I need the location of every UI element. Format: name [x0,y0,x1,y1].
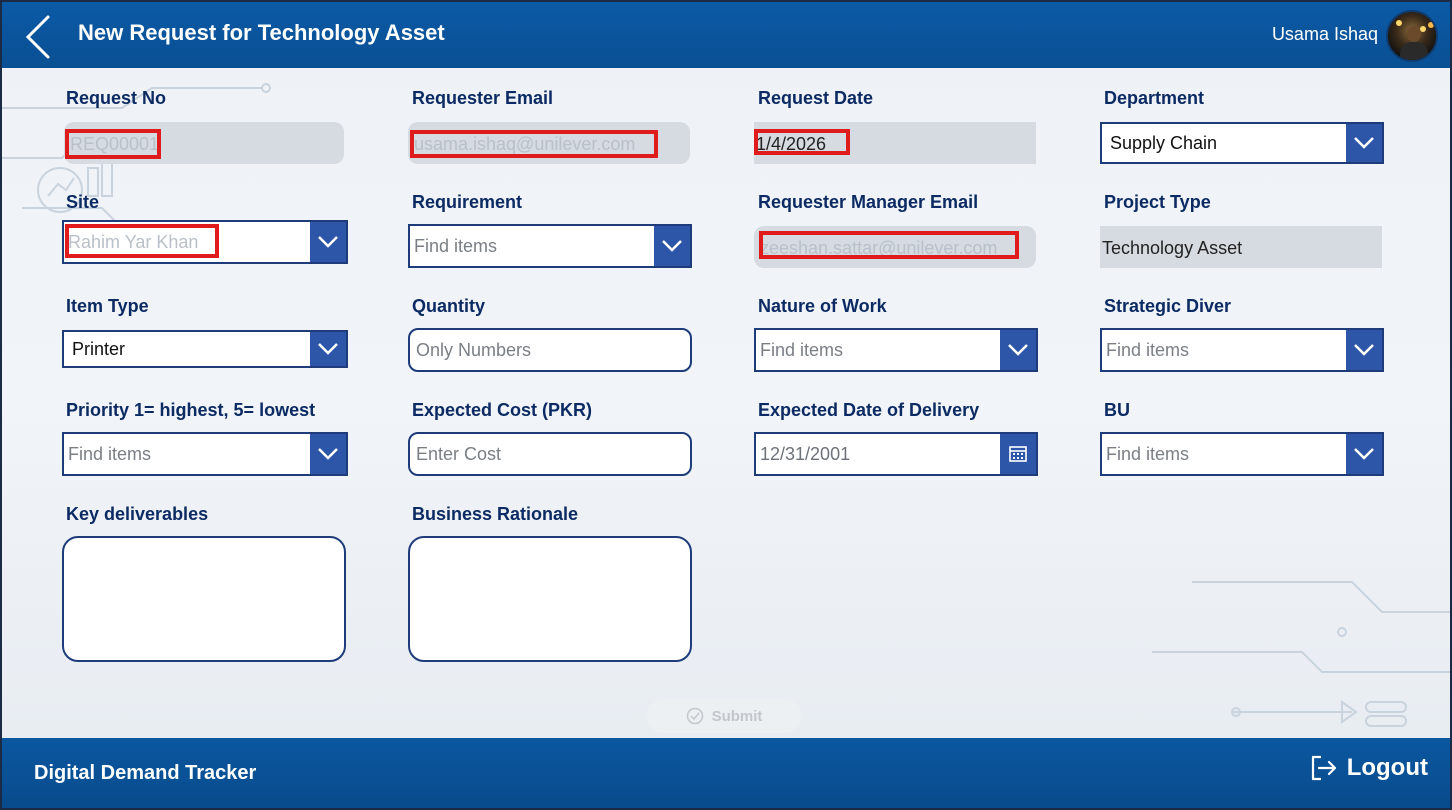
circuit-decoration-right [1152,581,1450,727]
key-deliverables-label: Key deliverables [66,504,209,524]
bu-dropdown[interactable]: Find items [1100,432,1384,476]
logout-button[interactable]: Logout [1309,754,1428,782]
chevron-down-icon[interactable] [1000,330,1036,370]
bu-label: BU [1104,400,1130,420]
app-window: New Request for Technology Asset Usama I… [0,0,1452,810]
app-title: Digital Demand Tracker [34,762,257,784]
business-rationale-textarea[interactable] [408,536,692,662]
back-button[interactable] [20,14,60,60]
chevron-down-icon[interactable] [310,434,346,474]
request-date-field: 1/4/2026 [754,122,1036,164]
requester-manager-email-label: Requester Manager Email [758,192,979,212]
page-title: New Request for Technology Asset [78,20,445,45]
department-dropdown[interactable]: Supply Chain [1100,122,1384,164]
nature-of-work-dropdown[interactable]: Find items [754,328,1038,372]
chevron-down-icon[interactable] [310,332,346,366]
priority-dropdown[interactable]: Find items [62,432,348,476]
user-name: Usama Ishaq [1271,24,1378,44]
logout-icon [1311,755,1336,781]
site-label: Site [66,192,100,212]
request-no-field: REQ00001 [64,122,344,164]
expected-delivery-datepicker[interactable]: 12/31/2001 [754,432,1038,476]
nature-of-work-label: Nature of Work [758,296,887,316]
submit-button[interactable]: Submit [646,699,802,733]
item-type-dropdown[interactable]: Printer [62,330,348,368]
request-no-label: Request No [66,88,167,108]
business-rationale-label: Business Rationale [412,504,579,524]
project-type-label: Project Type [1104,192,1211,212]
logout-label: Logout [1346,754,1428,781]
item-type-label: Item Type [66,296,149,316]
requirement-label: Requirement [412,192,523,212]
quantity-label: Quantity [412,296,486,316]
site-dropdown[interactable]: Rahim Yar Khan [62,220,348,264]
department-label: Department [1104,88,1205,108]
nature-of-work-placeholder: Find items [760,339,844,360]
expected-delivery-label: Expected Date of Delivery [758,400,980,420]
requester-manager-email-field: zeeshan.sattar@unilever.com [754,226,1036,268]
expected-cost-label: Expected Cost (PKR) [412,400,593,420]
requester-email-field: usama.ishaq@unilever.com [408,122,690,164]
item-type-value: Printer [72,338,126,359]
strategic-diver-placeholder: Find items [1106,339,1190,360]
chevron-down-icon[interactable] [654,226,690,266]
requirement-placeholder: Find items [414,235,498,256]
department-value: Supply Chain [1110,132,1218,153]
requirement-dropdown[interactable]: Find items [408,224,692,268]
calendar-icon[interactable] [1000,434,1036,474]
request-date-label: Request Date [758,88,874,108]
expected-cost-input[interactable]: Enter Cost [408,432,692,476]
strategic-diver-label: Strategic Diver [1104,296,1232,316]
strategic-diver-dropdown[interactable]: Find items [1100,328,1384,372]
chevron-down-icon[interactable] [1346,124,1382,162]
priority-placeholder: Find items [68,443,152,464]
quantity-input[interactable]: Only Numbers [408,328,692,372]
chevron-down-icon[interactable] [310,222,346,262]
project-type-field: Technology Asset [1100,226,1382,268]
submit-label: Submit [711,707,763,725]
site-value: Rahim Yar Khan [68,231,199,252]
bu-placeholder: Find items [1106,443,1190,464]
chevron-down-icon[interactable] [1346,330,1382,370]
requester-email-label: Requester Email [412,88,554,108]
header-bar: New Request for Technology Asset Usama I… [2,2,1450,68]
footer-bar: Digital Demand Tracker Logout [2,738,1450,808]
expected-delivery-value: 12/31/2001 [760,443,851,464]
avatar[interactable] [1386,10,1438,62]
priority-label: Priority 1= highest, 5= lowest [66,400,316,420]
chevron-down-icon[interactable] [1346,434,1382,474]
chevron-left-icon [25,15,50,59]
key-deliverables-textarea[interactable] [62,536,346,662]
check-circle-icon [686,707,703,725]
